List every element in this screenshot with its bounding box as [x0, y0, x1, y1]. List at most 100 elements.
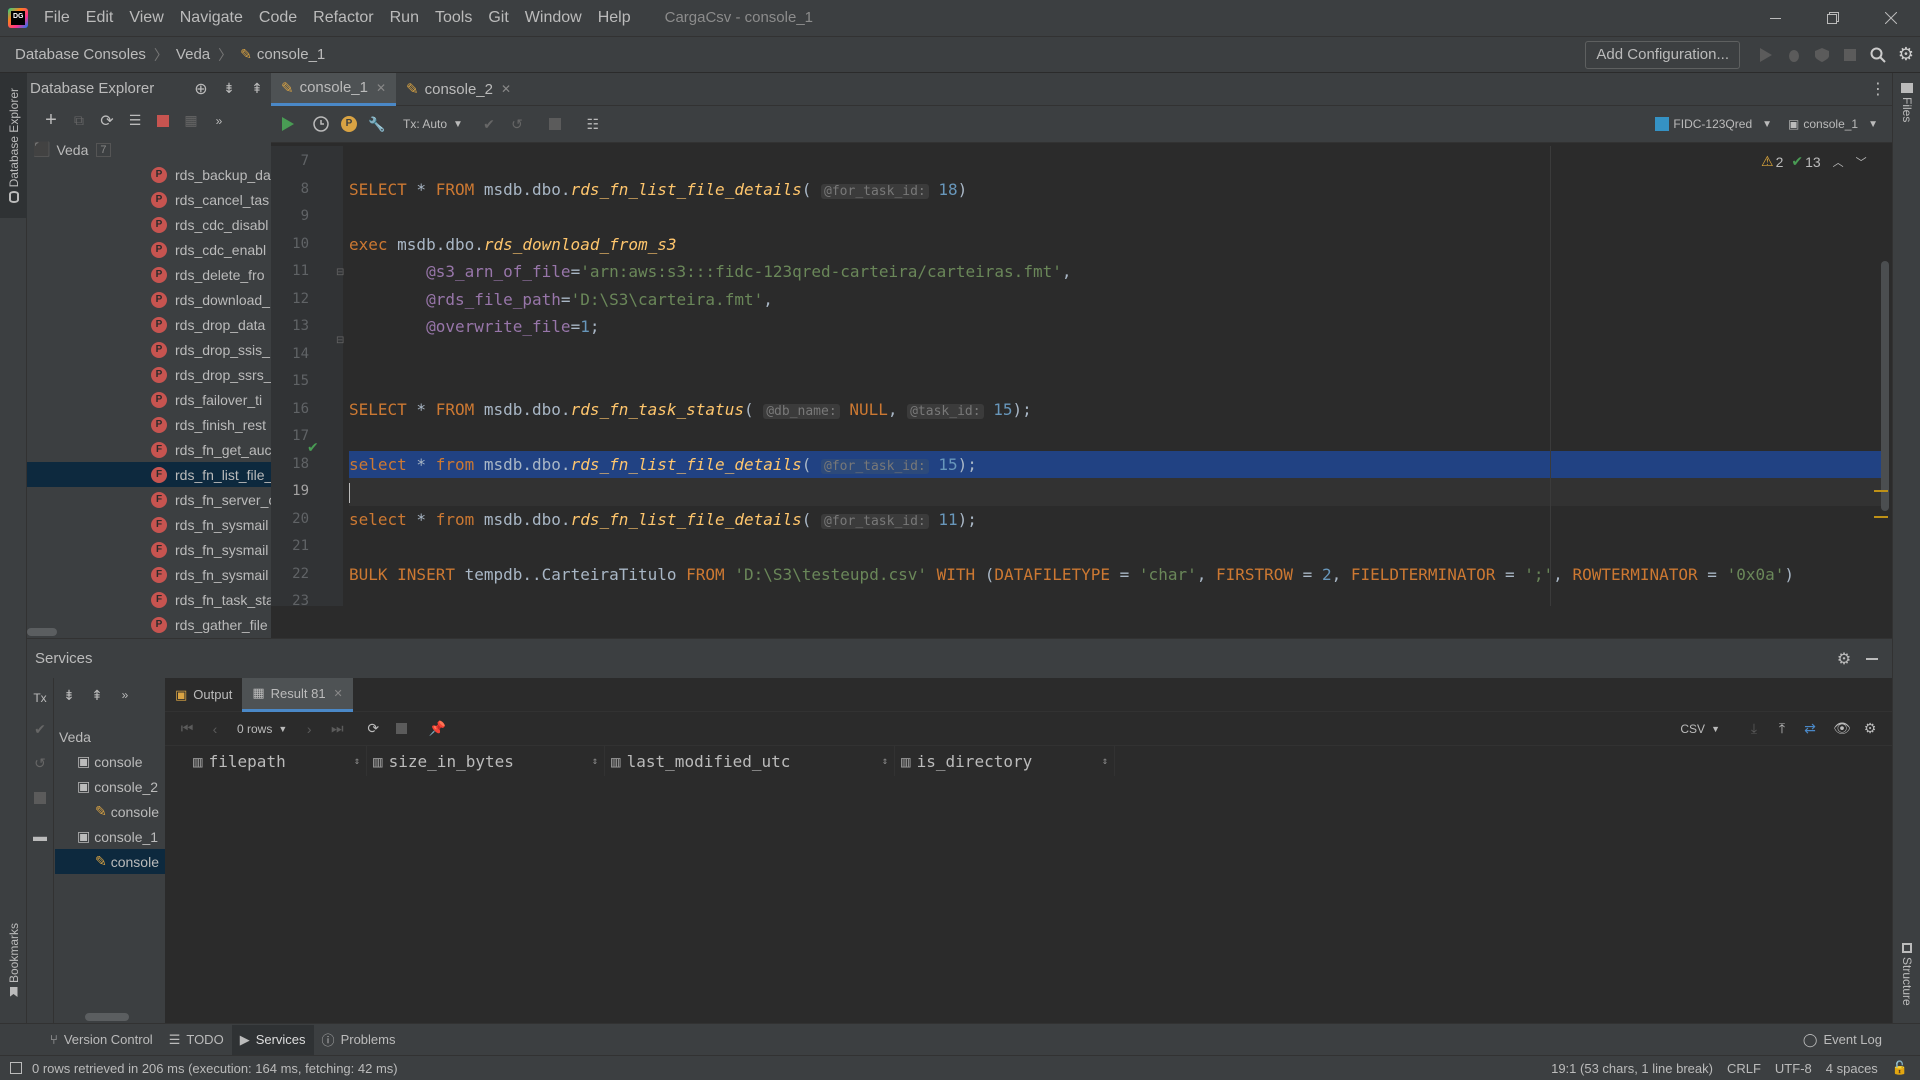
menu-view[interactable]: View — [121, 0, 171, 36]
coverage-button[interactable] — [1808, 41, 1836, 69]
breadcrumb-item[interactable]: Database Consoles — [15, 46, 146, 63]
settings-button[interactable]: ⚙ — [1892, 41, 1920, 69]
database-explorer-toolwindow-button[interactable]: Database Explorer — [0, 73, 27, 218]
view-button[interactable]: 👁 — [1828, 715, 1856, 743]
menu-edit[interactable]: Edit — [78, 0, 122, 36]
expand-all-button[interactable]: ⇟ — [55, 681, 83, 709]
first-page-button[interactable]: ⏮ — [173, 715, 201, 743]
tree-item[interactable]: Frds_fn_get_auc — [27, 437, 271, 462]
restore-window-button[interactable] — [1804, 0, 1862, 36]
version-control-button[interactable]: ⑂ Version Control — [42, 1025, 161, 1055]
tree-item[interactable]: Prds_drop_ssis_ — [27, 337, 271, 362]
tree-item[interactable]: Frds_fn_task_sta — [27, 587, 271, 612]
caret-position[interactable]: 19:1 (53 chars, 1 line break) — [1551, 1061, 1713, 1076]
tree-item[interactable]: Prds_cdc_enabl — [27, 237, 271, 262]
sort-icon[interactable]: ⇕ — [354, 756, 360, 767]
tree-item[interactable]: Prds_cancel_tas — [27, 187, 271, 212]
line-separator[interactable]: CRLF — [1727, 1061, 1761, 1076]
structure-toolwindow-button[interactable]: Structure — [1893, 943, 1920, 1023]
add-button[interactable]: + — [37, 107, 65, 135]
sort-icon[interactable]: ⇕ — [882, 756, 888, 767]
next-page-button[interactable]: › — [295, 715, 323, 743]
column-header[interactable]: ▥ filepath ⇕ — [187, 746, 367, 776]
menu-run[interactable]: Run — [382, 0, 427, 36]
add-configuration-button[interactable]: Add Configuration... — [1585, 40, 1740, 69]
stop-button[interactable] — [1836, 41, 1864, 69]
close-tab-icon[interactable]: ✕ — [376, 81, 386, 95]
services-tree-item[interactable]: ▣ console_2 — [55, 774, 165, 799]
last-page-button[interactable]: ⏭ — [323, 715, 351, 743]
tab-console-1[interactable]: ✎ console_1 ✕ — [271, 72, 397, 106]
menu-git[interactable]: Git — [480, 0, 516, 36]
horizontal-scrollbar[interactable] — [85, 1013, 129, 1021]
tree-item[interactable]: Frds_fn_sysmail — [27, 562, 271, 587]
undo-icon[interactable]: ↺ — [34, 746, 46, 780]
menu-help[interactable]: Help — [590, 0, 639, 36]
stop-icon[interactable] — [34, 792, 46, 804]
result-settings-button[interactable]: ⚙ — [1856, 715, 1884, 743]
tab-result[interactable]: ▦ Result 81 ✕ — [242, 677, 353, 712]
inspection-widget[interactable]: ⚠ 2 ✔ 13 ︿ ﹀ — [1761, 153, 1867, 170]
services-tree-item[interactable]: ✎ console — [55, 849, 165, 874]
chevron-down-icon[interactable]: ﹀ — [1856, 154, 1867, 170]
menu-code[interactable]: Code — [251, 0, 305, 36]
tree-item[interactable]: Prds_drop_data — [27, 312, 271, 337]
column-header[interactable]: ▥ is_directory ⇕ — [895, 746, 1115, 776]
vertical-scrollbar[interactable] — [1881, 261, 1889, 511]
settings-wrench-button[interactable]: 🔧 — [363, 110, 391, 138]
collapse-all-button[interactable]: ⇞ — [83, 681, 111, 709]
more-tools-button[interactable]: » — [205, 107, 233, 135]
tree-item[interactable]: Frds_fn_server_c — [27, 487, 271, 512]
output-layout-button[interactable]: ☷ — [579, 110, 607, 138]
toggle-tool-windows-icon[interactable] — [10, 1062, 22, 1074]
export-button[interactable]: ⤓ — [1740, 715, 1768, 743]
file-encoding[interactable]: UTF-8 — [1775, 1061, 1812, 1076]
hide-panel-button[interactable] — [1858, 645, 1886, 673]
tree-root[interactable]: ⬛ Veda 7 — [27, 137, 271, 162]
tree-item[interactable]: Frds_fn_sysmail — [27, 537, 271, 562]
more-tools-button[interactable]: » — [111, 681, 139, 709]
reload-button[interactable]: ⟳ — [359, 715, 387, 743]
column-header[interactable]: ▥ size_in_bytes ⇕ — [367, 746, 605, 776]
tree-item[interactable]: Prds_cdc_disabl — [27, 212, 271, 237]
close-tab-icon[interactable]: ✕ — [334, 687, 343, 700]
tree-item[interactable]: Frds_fn_sysmail — [27, 512, 271, 537]
tree-item[interactable]: Prds_delete_fro — [27, 262, 271, 287]
explain-plan-button[interactable]: P — [335, 110, 363, 138]
rows-dropdown[interactable]: 0 rows ▼ — [237, 722, 287, 736]
refresh-button[interactable]: ⟳ — [93, 107, 121, 135]
menu-file[interactable]: File — [36, 0, 78, 36]
upload-button[interactable]: ⤒ — [1768, 715, 1796, 743]
sort-icon[interactable]: ⇕ — [1102, 756, 1108, 767]
rollback-button[interactable]: ↺ — [503, 110, 531, 138]
tab-output[interactable]: ▣ Output — [165, 678, 242, 712]
todo-button[interactable]: ☰ TODO — [161, 1025, 232, 1055]
locate-button[interactable]: ⊕ — [187, 75, 215, 103]
column-header[interactable]: ▥ last_modified_utc ⇕ — [605, 746, 895, 776]
breadcrumb-item[interactable]: Veda — [176, 46, 210, 63]
lock-icon[interactable]: 🔓 — [1892, 1060, 1908, 1076]
problems-button[interactable]: ⓘ Problems — [314, 1025, 404, 1055]
minimize-window-button[interactable] — [1746, 0, 1804, 36]
expand-all-button[interactable]: ⇟ — [215, 75, 243, 103]
sort-icon[interactable]: ⇕ — [592, 756, 598, 767]
fold-marker-icon[interactable]: ⊟ — [336, 335, 344, 346]
previous-page-button[interactable]: ‹ — [201, 715, 229, 743]
services-tree-item[interactable]: ▣ console_1 — [55, 824, 165, 849]
fold-marker-icon[interactable]: ⊟ — [336, 267, 344, 278]
cancel-statement-button[interactable] — [541, 110, 569, 138]
datasource-selector[interactable]: FIDC-123Qred ▼ — [1655, 117, 1772, 131]
menu-tools[interactable]: Tools — [427, 0, 480, 36]
disconnect-button[interactable] — [149, 107, 177, 135]
warning-stripe-marker[interactable] — [1874, 490, 1888, 492]
tree-item[interactable]: Frds_fn_list_file_ — [27, 462, 271, 487]
services-button[interactable]: ▶ Services — [231, 1024, 314, 1055]
session-selector[interactable]: ▣ console_1 ▼ — [1788, 117, 1878, 131]
run-config-button[interactable] — [1752, 41, 1780, 69]
services-tree-item[interactable]: ✎ console — [55, 799, 165, 824]
layout-icon[interactable]: ▬ — [33, 822, 47, 850]
tx-icon[interactable]: Tx — [33, 684, 46, 712]
check-icon[interactable]: ✔ — [34, 712, 46, 746]
tx-mode-dropdown[interactable]: Tx: Auto ▼ — [403, 117, 463, 131]
execute-button[interactable] — [274, 110, 302, 138]
